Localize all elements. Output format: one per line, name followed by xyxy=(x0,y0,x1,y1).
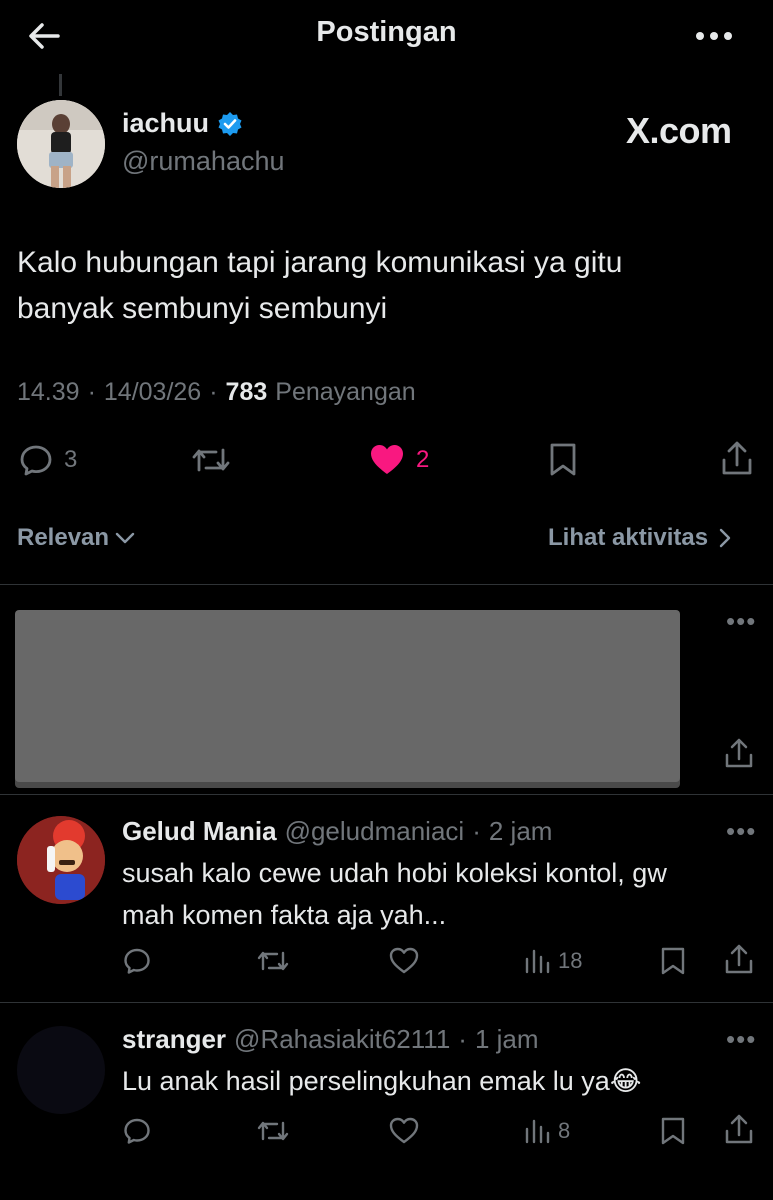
page-title: Postingan xyxy=(316,16,457,48)
repost-button[interactable] xyxy=(256,1116,290,1146)
reply-text-line: susah kalo cewe udah hobi koleksi kontol… xyxy=(122,858,667,888)
bookmark-icon xyxy=(661,1117,685,1145)
views-button[interactable]: 8 xyxy=(524,1116,570,1146)
view-activity-link[interactable]: Lihat aktivitas xyxy=(548,524,734,552)
bookmark-button[interactable] xyxy=(548,442,578,478)
share-icon xyxy=(725,944,753,974)
reply-more-icon[interactable]: ••• xyxy=(726,816,756,847)
post-date[interactable]: 14/03/26 xyxy=(104,378,201,407)
reply-text-line: Lu anak hasil perselingkuhan emak lu ya xyxy=(122,1066,610,1096)
author-handle[interactable]: @rumahachu xyxy=(122,146,285,177)
repost-icon xyxy=(257,1121,289,1141)
analytics-icon xyxy=(525,949,550,974)
bookmark-button[interactable] xyxy=(660,946,686,976)
activity-label: Lihat aktivitas xyxy=(548,524,709,551)
redacted-reply-block xyxy=(15,610,680,782)
reply-author-name[interactable]: stranger xyxy=(122,1024,226,1055)
post-meta: 14.39 · 14/03/26 · 783 Penayangan xyxy=(17,378,416,407)
repost-icon xyxy=(192,448,230,472)
more-options-button[interactable] xyxy=(694,26,734,46)
bookmark-icon xyxy=(661,947,685,975)
analytics-icon xyxy=(525,1119,550,1144)
views-button[interactable]: 18 xyxy=(524,946,582,976)
more-icon xyxy=(696,32,732,40)
reply-more-icon[interactable]: ••• xyxy=(726,1024,756,1055)
sort-label: Relevan xyxy=(17,524,110,551)
bookmark-icon xyxy=(550,443,576,476)
share-icon xyxy=(725,738,753,768)
share-button[interactable] xyxy=(724,944,754,976)
like-button[interactable]: 2 xyxy=(368,442,429,478)
post-text-line: Kalo hubungan tapi jarang komunikasi ya … xyxy=(17,246,623,279)
chevron-down-icon xyxy=(115,532,135,544)
post-text: Kalo hubungan tapi jarang komunikasi ya … xyxy=(17,240,757,332)
heart-icon xyxy=(389,947,419,974)
repost-button[interactable] xyxy=(190,442,232,478)
heart-icon xyxy=(389,1117,419,1144)
chevron-right-icon xyxy=(719,528,731,548)
share-button[interactable] xyxy=(720,440,754,478)
views-count: 783 xyxy=(225,378,268,406)
reply-time[interactable]: 2 jam xyxy=(489,816,553,847)
reply-author-name[interactable]: Gelud Mania xyxy=(122,816,277,847)
divider xyxy=(0,1002,773,1003)
xcom-watermark: X.com xyxy=(626,110,732,151)
heart-filled-icon xyxy=(371,445,403,474)
reply-author-handle[interactable]: @Rahasiakit62111 xyxy=(234,1024,450,1055)
like-button[interactable] xyxy=(388,1116,420,1146)
author-name[interactable]: iachuu xyxy=(122,108,209,139)
reply-header: Gelud Mania @geludmaniaci · 2 jam xyxy=(122,816,553,847)
reply-more-icon[interactable]: ••• xyxy=(726,606,756,637)
share-icon xyxy=(722,441,752,475)
reply-text-line: mah komen fakta aja yah... xyxy=(122,900,447,930)
reply-time[interactable]: 1 jam xyxy=(475,1024,539,1055)
like-button[interactable] xyxy=(388,946,420,976)
bookmark-button[interactable] xyxy=(660,1116,686,1146)
views-count: 8 xyxy=(558,1118,571,1143)
reply-button[interactable] xyxy=(122,946,152,976)
reply-icon xyxy=(20,445,52,476)
like-count: 2 xyxy=(416,446,430,473)
reply-icon xyxy=(124,948,150,974)
divider xyxy=(0,584,773,585)
reply-header: stranger @Rahasiakit62111 · 1 jam xyxy=(122,1024,539,1055)
post-time[interactable]: 14.39 xyxy=(17,378,80,407)
reply-button[interactable] xyxy=(122,1116,152,1146)
sort-dropdown[interactable]: Relevan xyxy=(17,524,137,552)
reply-button[interactable]: 3 xyxy=(18,442,77,478)
divider xyxy=(0,794,773,795)
reply-author-handle[interactable]: @geludmaniaci xyxy=(285,816,465,847)
reply-avatar[interactable] xyxy=(17,1026,105,1114)
reply-text: susah kalo cewe udah hobi koleksi kontol… xyxy=(122,852,667,936)
share-button[interactable] xyxy=(724,1114,754,1146)
author-avatar[interactable] xyxy=(17,100,105,188)
reply-icon xyxy=(124,1118,150,1144)
verified-badge-icon xyxy=(217,111,243,137)
repost-icon xyxy=(257,951,289,971)
reply-count: 3 xyxy=(64,446,78,473)
share-icon xyxy=(725,1114,753,1144)
share-button[interactable] xyxy=(724,738,754,770)
thread-line xyxy=(59,74,62,96)
reply-text: Lu anak hasil perselingkuhan emak lu ya😂 xyxy=(122,1060,641,1102)
reply-avatar[interactable] xyxy=(17,816,105,904)
post-text-line: banyak sembunyi sembunyi xyxy=(17,292,388,325)
repost-button[interactable] xyxy=(256,946,290,976)
views-label: Penayangan xyxy=(275,378,416,406)
laughing-emoji: 😂 xyxy=(609,1066,642,1096)
views-count: 18 xyxy=(558,948,583,973)
